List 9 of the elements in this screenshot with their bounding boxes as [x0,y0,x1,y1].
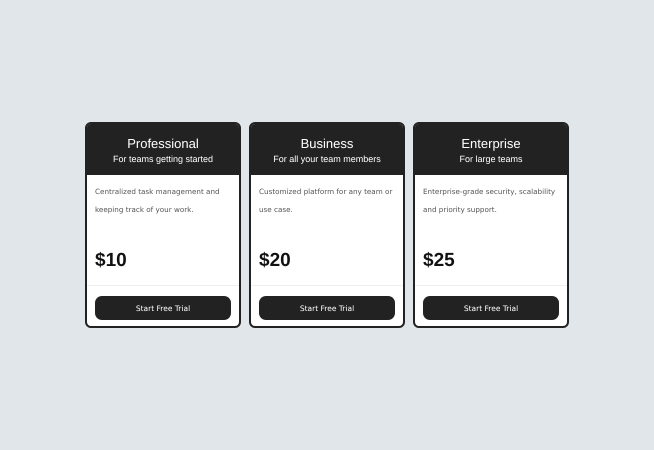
plan-tagline: For teams getting started [112,154,214,164]
plan-name: Enterprise [461,136,521,150]
plan-name: Business [300,136,354,150]
plan-name: Professional [127,136,199,150]
plan-tagline: For all your team members [273,154,381,164]
plan-tagline: For large teams [459,154,523,164]
plan-price: $20 [259,250,292,272]
plan-price: $25 [423,250,456,272]
plan-price: $10 [95,250,128,272]
